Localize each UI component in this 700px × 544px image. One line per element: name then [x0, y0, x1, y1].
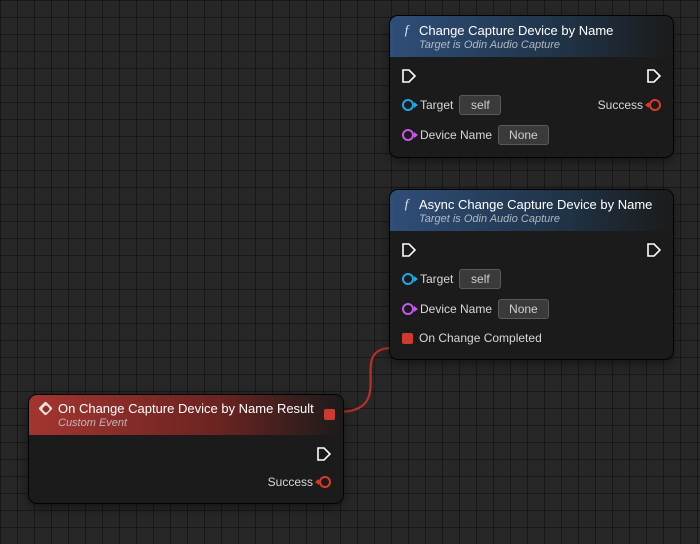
string-pin-icon	[402, 129, 414, 141]
exec-in-pin[interactable]	[402, 243, 416, 257]
node-body: Target self Success Device Name None	[390, 57, 673, 157]
function-icon: f	[400, 196, 413, 212]
pin-label-success: Success	[268, 475, 313, 489]
pin-label-device-name: Device Name	[420, 302, 492, 316]
pin-label-device-name: Device Name	[420, 128, 492, 142]
bool-pin-icon	[319, 476, 331, 488]
pin-label-target: Target	[420, 98, 453, 112]
device-name-pin[interactable]: Device Name None	[402, 125, 549, 145]
node-custom-event[interactable]: On Change Capture Device by Name Result …	[29, 395, 343, 503]
delegate-out-pin[interactable]	[324, 409, 335, 420]
node-subtitle: Custom Event	[58, 417, 333, 429]
node-header[interactable]: On Change Capture Device by Name Result …	[29, 395, 343, 435]
target-pin[interactable]: Target self	[402, 269, 501, 289]
pin-label-on-change: On Change Completed	[419, 331, 542, 345]
device-name-value-input[interactable]: None	[498, 125, 549, 145]
pin-label-target: Target	[420, 272, 453, 286]
node-body: Target self Device Name None On Change C…	[390, 231, 673, 359]
target-value-input[interactable]: self	[459, 269, 501, 289]
target-value-input[interactable]: self	[459, 95, 501, 115]
bool-pin-icon	[649, 99, 661, 111]
device-name-pin[interactable]: Device Name None	[402, 299, 549, 319]
exec-out-pin[interactable]	[647, 69, 661, 83]
exec-out-pin[interactable]	[317, 447, 331, 461]
node-header[interactable]: f Change Capture Device by Name Target i…	[390, 16, 673, 57]
string-pin-icon	[402, 303, 414, 315]
node-subtitle: Target is Odin Audio Capture	[419, 39, 663, 51]
device-name-value-input[interactable]: None	[498, 299, 549, 319]
target-pin[interactable]: Target self	[402, 95, 501, 115]
node-header[interactable]: f Async Change Capture Device by Name Ta…	[390, 190, 673, 231]
on-change-completed-pin[interactable]: On Change Completed	[402, 331, 542, 345]
blueprint-canvas[interactable]: f Change Capture Device by Name Target i…	[0, 0, 700, 544]
node-subtitle: Target is Odin Audio Capture	[419, 213, 663, 225]
node-title: On Change Capture Device by Name Result	[58, 401, 314, 416]
node-async-change-capture-device[interactable]: f Async Change Capture Device by Name Ta…	[390, 190, 673, 359]
object-pin-icon	[402, 99, 414, 111]
event-icon	[39, 402, 52, 415]
success-pin[interactable]: Success	[598, 98, 661, 112]
exec-in-pin[interactable]	[402, 69, 416, 83]
pin-label-success: Success	[598, 98, 643, 112]
node-title: Async Change Capture Device by Name	[419, 197, 652, 212]
exec-out-pin[interactable]	[647, 243, 661, 257]
success-pin[interactable]: Success	[268, 475, 331, 489]
function-icon: f	[400, 22, 413, 38]
node-change-capture-device[interactable]: f Change Capture Device by Name Target i…	[390, 16, 673, 157]
delegate-pin-icon	[402, 333, 413, 344]
node-body: Success	[29, 435, 343, 503]
node-title: Change Capture Device by Name	[419, 23, 613, 38]
object-pin-icon	[402, 273, 414, 285]
